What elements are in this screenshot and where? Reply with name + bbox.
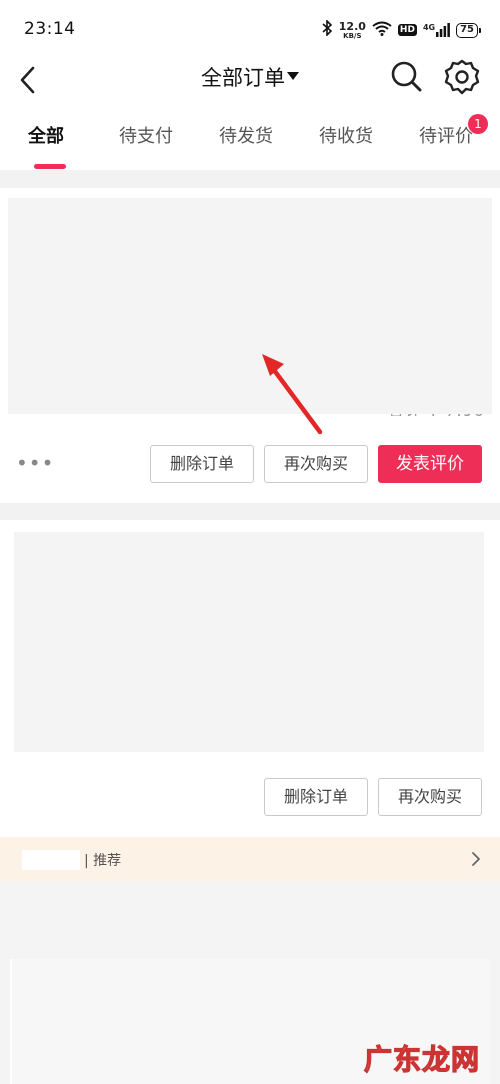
delete-order-button[interactable]: 删除订单 [264, 778, 368, 816]
gear-icon [444, 59, 480, 95]
wifi-icon [372, 21, 392, 40]
search-icon [391, 61, 422, 92]
watermark-logo: 广东龙网 [363, 1034, 498, 1078]
hd-badge: HD [397, 24, 417, 36]
order-content-placeholder [8, 198, 492, 414]
order-card: 合计 删除订单 再次购买 [0, 520, 500, 838]
tab-pending-payment[interactable]: 待支付 [119, 122, 173, 148]
delete-order-button[interactable]: 删除订单 [150, 445, 254, 483]
watermark-text: 广东龙网 [363, 1042, 481, 1076]
chevron-right-icon [472, 852, 480, 866]
redacted-area [22, 850, 80, 870]
more-options-icon[interactable]: ••• [16, 453, 54, 473]
order-content-placeholder [14, 532, 484, 752]
status-time: 23:14 [24, 19, 76, 39]
status-icons: 12.0 KB/S HD 4G 75 [321, 18, 481, 42]
search-button[interactable] [388, 58, 424, 94]
signal-icon: 4G [423, 23, 450, 37]
review-count-badge: 1 [468, 114, 488, 134]
tab-pending-receipt[interactable]: 待收货 [319, 122, 373, 148]
order-tabs: 全部 待支付 待发货 待收货 待评价 1 [0, 106, 500, 170]
buy-again-button[interactable]: 再次购买 [378, 778, 482, 816]
annotation-arrow-icon [262, 354, 323, 435]
tab-all[interactable]: 全部 [28, 122, 64, 148]
bluetooth-icon [321, 19, 333, 40]
dropdown-caret-icon [287, 72, 299, 80]
header: 全部订单 [0, 56, 500, 106]
recommend-label: | 推荐 [84, 853, 122, 869]
settings-button[interactable] [443, 58, 481, 96]
page-title: 全部订单 [201, 66, 285, 90]
battery-icon: 75 [456, 22, 481, 38]
recommend-banner[interactable]: | 推荐 [0, 837, 500, 881]
tab-pending-shipment[interactable]: 待发货 [219, 122, 273, 148]
tab-pending-review[interactable]: 待评价 [419, 122, 473, 148]
order-card: 合计 ¥ 7.90 ••• 删除订单 再次购买 发表评价 [0, 188, 500, 503]
status-bar: 23:14 12.0 KB/S HD 4G 75 [0, 0, 500, 56]
write-review-button[interactable]: 发表评价 [378, 445, 482, 483]
network-speed: 12.0 KB/S [338, 19, 366, 40]
title-dropdown[interactable]: 全部订单 [0, 62, 500, 92]
active-tab-indicator [34, 164, 66, 169]
buy-again-button[interactable]: 再次购买 [264, 445, 368, 483]
